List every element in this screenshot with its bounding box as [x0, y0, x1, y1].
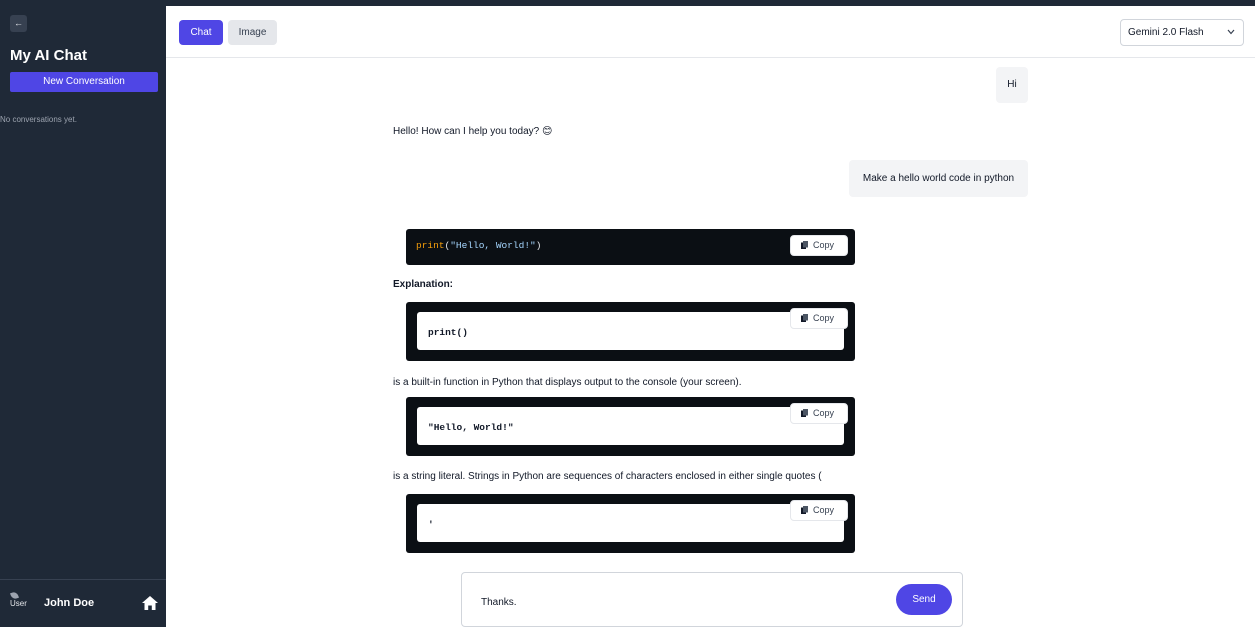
code-content: "Hello, World!": [417, 407, 844, 445]
copy-button[interactable]: Copy: [790, 308, 848, 329]
copy-label: Copy: [813, 240, 835, 250]
copy-label: Copy: [813, 313, 835, 323]
avatar-alt-text: User: [10, 599, 27, 608]
copy-label: Copy: [813, 408, 835, 418]
user-message: Hi: [996, 67, 1028, 103]
assistant-text: is a built-in function in Python that di…: [393, 377, 742, 388]
empty-conversations-text: No conversations yet.: [0, 115, 77, 124]
message-input[interactable]: Thanks. Send: [461, 572, 963, 627]
app-title: My AI Chat: [10, 47, 87, 64]
code-block: ' Copy: [406, 494, 855, 553]
code-paren: ): [535, 240, 542, 251]
code-string: "Hello, World!": [450, 240, 536, 251]
send-button[interactable]: Send: [896, 584, 952, 615]
code-block: "Hello, World!" Copy: [406, 397, 855, 456]
copy-button[interactable]: Copy: [790, 235, 848, 256]
user-bar: User John Doe: [0, 579, 166, 627]
tab-chat[interactable]: Chat: [179, 20, 223, 45]
composer: Thanks. Send: [166, 561, 1255, 627]
collapse-sidebar-button[interactable]: ←: [10, 15, 27, 32]
code-function: print: [416, 240, 445, 251]
message-list: Hi Hello! How can I help you today? 😊 Ma…: [166, 59, 1255, 561]
clipboard-icon: [801, 241, 808, 249]
copy-button[interactable]: Copy: [790, 403, 848, 424]
code-block: print() Copy: [406, 302, 855, 361]
model-select[interactable]: Gemini 2.0 Flash: [1120, 19, 1244, 46]
new-conversation-button[interactable]: New Conversation: [10, 72, 158, 92]
user-name: John Doe: [44, 597, 95, 609]
explanation-heading: Explanation:: [393, 279, 454, 290]
assistant-message: Hello! How can I help you today? 😊: [393, 126, 553, 137]
code-content: print(): [417, 312, 844, 350]
clipboard-icon: [801, 314, 808, 322]
copy-button[interactable]: Copy: [790, 500, 848, 521]
user-message: Make a hello world code in python: [849, 160, 1028, 197]
home-icon[interactable]: [142, 596, 158, 610]
header: Chat Image Gemini 2.0 Flash: [166, 6, 1255, 58]
sidebar: ← My AI Chat New Conversation No convers…: [0, 6, 166, 627]
message-input-value: Thanks.: [481, 597, 517, 608]
arrow-left-icon: ←: [14, 18, 23, 28]
code-content: ': [417, 504, 844, 542]
copy-label: Copy: [813, 505, 835, 515]
tab-image[interactable]: Image: [228, 20, 277, 45]
code-line: print("Hello, World!"): [416, 240, 541, 251]
clipboard-icon: [801, 506, 808, 514]
assistant-text: is a string literal. Strings in Python a…: [393, 471, 822, 482]
code-block: print("Hello, World!") Copy: [406, 229, 855, 265]
avatar: User: [10, 591, 30, 614]
model-select-value: Gemini 2.0 Flash: [1128, 27, 1204, 38]
chevron-down-icon: [1227, 29, 1235, 35]
clipboard-icon: [801, 409, 808, 417]
